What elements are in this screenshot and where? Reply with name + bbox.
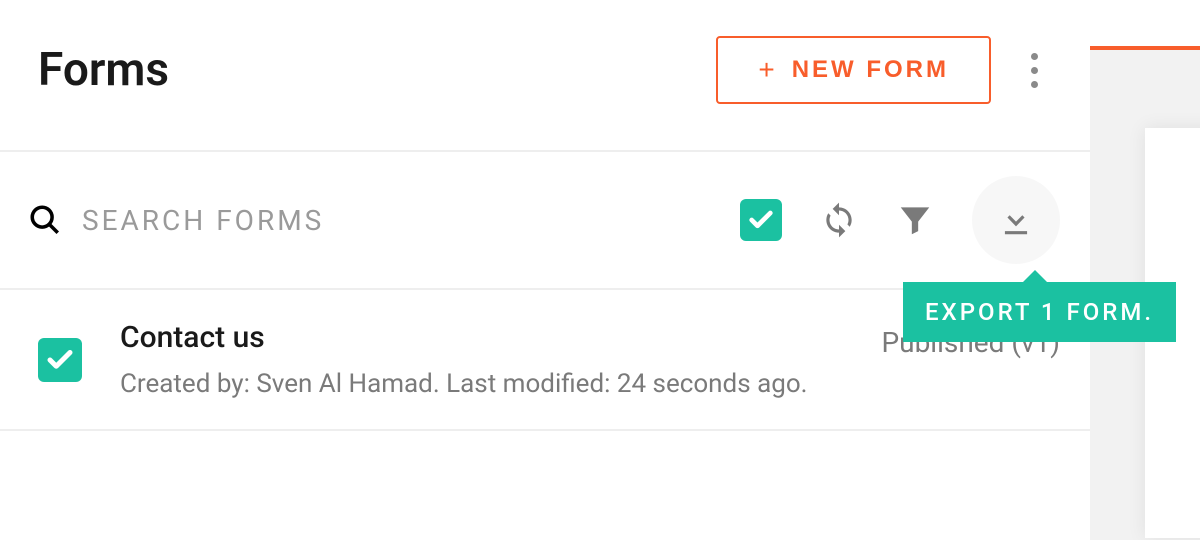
row-subtitle: Created by: Sven Al Hamad. Last modified… <box>120 369 843 399</box>
new-form-label: NEW FORM <box>792 56 949 84</box>
page-title: Forms <box>38 43 716 97</box>
refresh-icon <box>820 201 858 239</box>
row-body: Contact us Created by: Sven Al Hamad. La… <box>120 320 843 399</box>
dot-icon <box>1031 81 1038 88</box>
row-title: Contact us <box>120 320 843 355</box>
export-tooltip: EXPORT 1 FORM. <box>903 282 1176 342</box>
toolbar <box>0 150 1090 290</box>
export-button[interactable] <box>972 176 1060 264</box>
refresh-button[interactable] <box>820 201 858 239</box>
toolbar-actions <box>740 176 1060 264</box>
dot-icon <box>1031 67 1038 74</box>
download-icon <box>997 201 1035 239</box>
check-icon <box>45 345 75 375</box>
plus-icon: + <box>758 56 777 84</box>
page-header: Forms + NEW FORM <box>0 0 1090 150</box>
dot-icon <box>1031 53 1038 60</box>
new-form-button[interactable]: + NEW FORM <box>716 36 991 104</box>
filter-button[interactable] <box>896 201 934 239</box>
row-checkbox[interactable] <box>38 338 82 382</box>
filter-icon <box>896 201 934 239</box>
search-input[interactable] <box>82 204 720 237</box>
select-all-checkbox[interactable] <box>740 199 782 241</box>
check-icon <box>747 206 775 234</box>
more-menu-button[interactable] <box>1009 43 1060 98</box>
search-icon <box>28 203 62 237</box>
